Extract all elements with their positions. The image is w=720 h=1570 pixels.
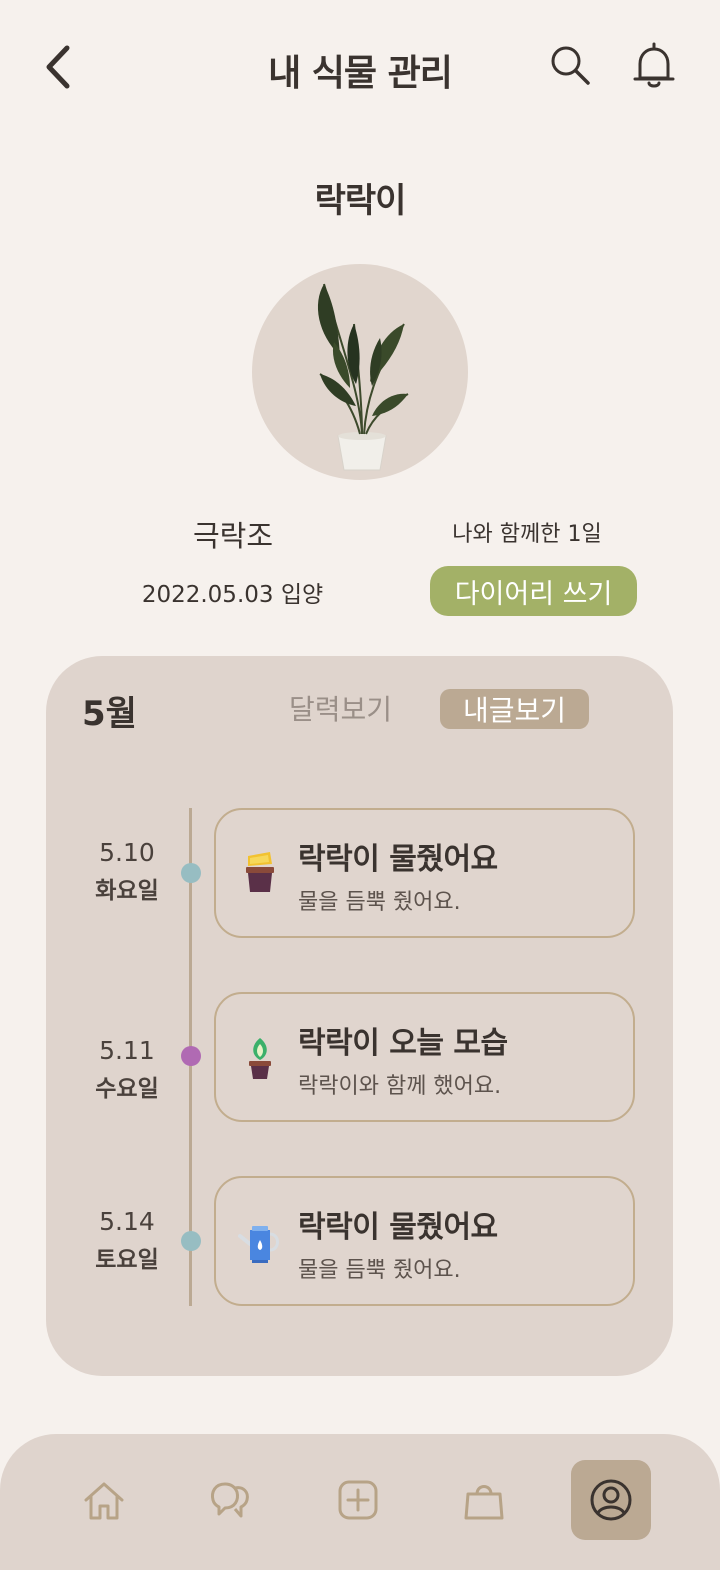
home-icon bbox=[84, 1482, 124, 1520]
nav-add[interactable] bbox=[318, 1460, 398, 1540]
entry-weekday: 수요일 bbox=[95, 1076, 159, 1102]
nav-home[interactable] bbox=[64, 1460, 144, 1540]
entry-weekday: 토요일 bbox=[95, 1247, 159, 1273]
entry-title: 락락이 오늘 모습 bbox=[298, 1026, 508, 1061]
entry-title: 락락이 물줬어요 bbox=[298, 1210, 498, 1245]
search-button[interactable] bbox=[546, 42, 594, 90]
shopping-bag-icon bbox=[464, 1485, 504, 1520]
sprout-icon bbox=[249, 1038, 271, 1079]
plant-illustration bbox=[317, 283, 409, 471]
plant-name: 락락이 bbox=[314, 181, 407, 221]
entry-date: 5.10 화요일 bbox=[86, 838, 168, 905]
nav-community[interactable] bbox=[190, 1460, 270, 1540]
nav-profile[interactable] bbox=[571, 1460, 651, 1540]
entry-date-number: 5.11 bbox=[99, 1036, 155, 1065]
nav-shop[interactable] bbox=[444, 1460, 524, 1540]
notification-button[interactable] bbox=[630, 40, 678, 92]
bell-icon bbox=[633, 42, 675, 88]
days-together: 나와 함께한 1일 bbox=[452, 522, 602, 547]
add-icon bbox=[338, 1480, 378, 1520]
entry-title: 락락이 물줬어요 bbox=[298, 842, 498, 877]
entry-date-number: 5.10 bbox=[99, 838, 155, 867]
header: 내 식물 관리 bbox=[0, 0, 720, 130]
entry-description: 락락이와 함께 했어요. bbox=[298, 1074, 502, 1099]
month-label: 5월 bbox=[82, 694, 137, 734]
flower-pot-icon bbox=[246, 852, 274, 892]
timeline-card: 5월 달력보기 내글보기 5.10 화요일 락락이 물줬어요 물을 듬뿍 줬어요… bbox=[46, 656, 673, 1376]
bottom-nav bbox=[0, 1434, 720, 1570]
tab-my-posts[interactable]: 내글보기 bbox=[440, 689, 589, 729]
profile-icon bbox=[590, 1479, 632, 1521]
timeline-dot bbox=[181, 1231, 201, 1251]
search-icon bbox=[551, 46, 590, 85]
entry-description: 물을 듬뿍 줬어요. bbox=[298, 890, 461, 915]
entry-description: 물을 듬뿍 줬어요. bbox=[298, 1258, 461, 1283]
page-title: 내 식물 관리 bbox=[268, 53, 453, 94]
plant-species: 극락조 bbox=[192, 519, 274, 553]
timeline-dot bbox=[181, 1046, 201, 1066]
entry-weekday: 화요일 bbox=[95, 878, 159, 904]
timeline-dot bbox=[181, 863, 201, 883]
plant-photo bbox=[252, 264, 468, 480]
watering-can-icon bbox=[238, 1226, 279, 1263]
adopt-date: 2022.05.03 입양 bbox=[141, 582, 324, 608]
entry-date: 5.11 수요일 bbox=[86, 1036, 168, 1103]
timeline-entry[interactable]: 락락이 물줬어요 물을 듬뿍 줬어요. bbox=[214, 808, 635, 938]
tab-calendar-view[interactable]: 달력보기 bbox=[289, 688, 392, 728]
entry-date: 5.14 토요일 bbox=[86, 1207, 168, 1274]
write-diary-button[interactable]: 다이어리 쓰기 bbox=[430, 566, 637, 616]
entry-date-number: 5.14 bbox=[99, 1207, 155, 1236]
timeline-entry[interactable]: 락락이 오늘 모습 락락이와 함께 했어요. bbox=[214, 992, 635, 1122]
chat-icon bbox=[211, 1482, 249, 1518]
timeline-entry[interactable]: 락락이 물줬어요 물을 듬뿍 줬어요. bbox=[214, 1176, 635, 1306]
